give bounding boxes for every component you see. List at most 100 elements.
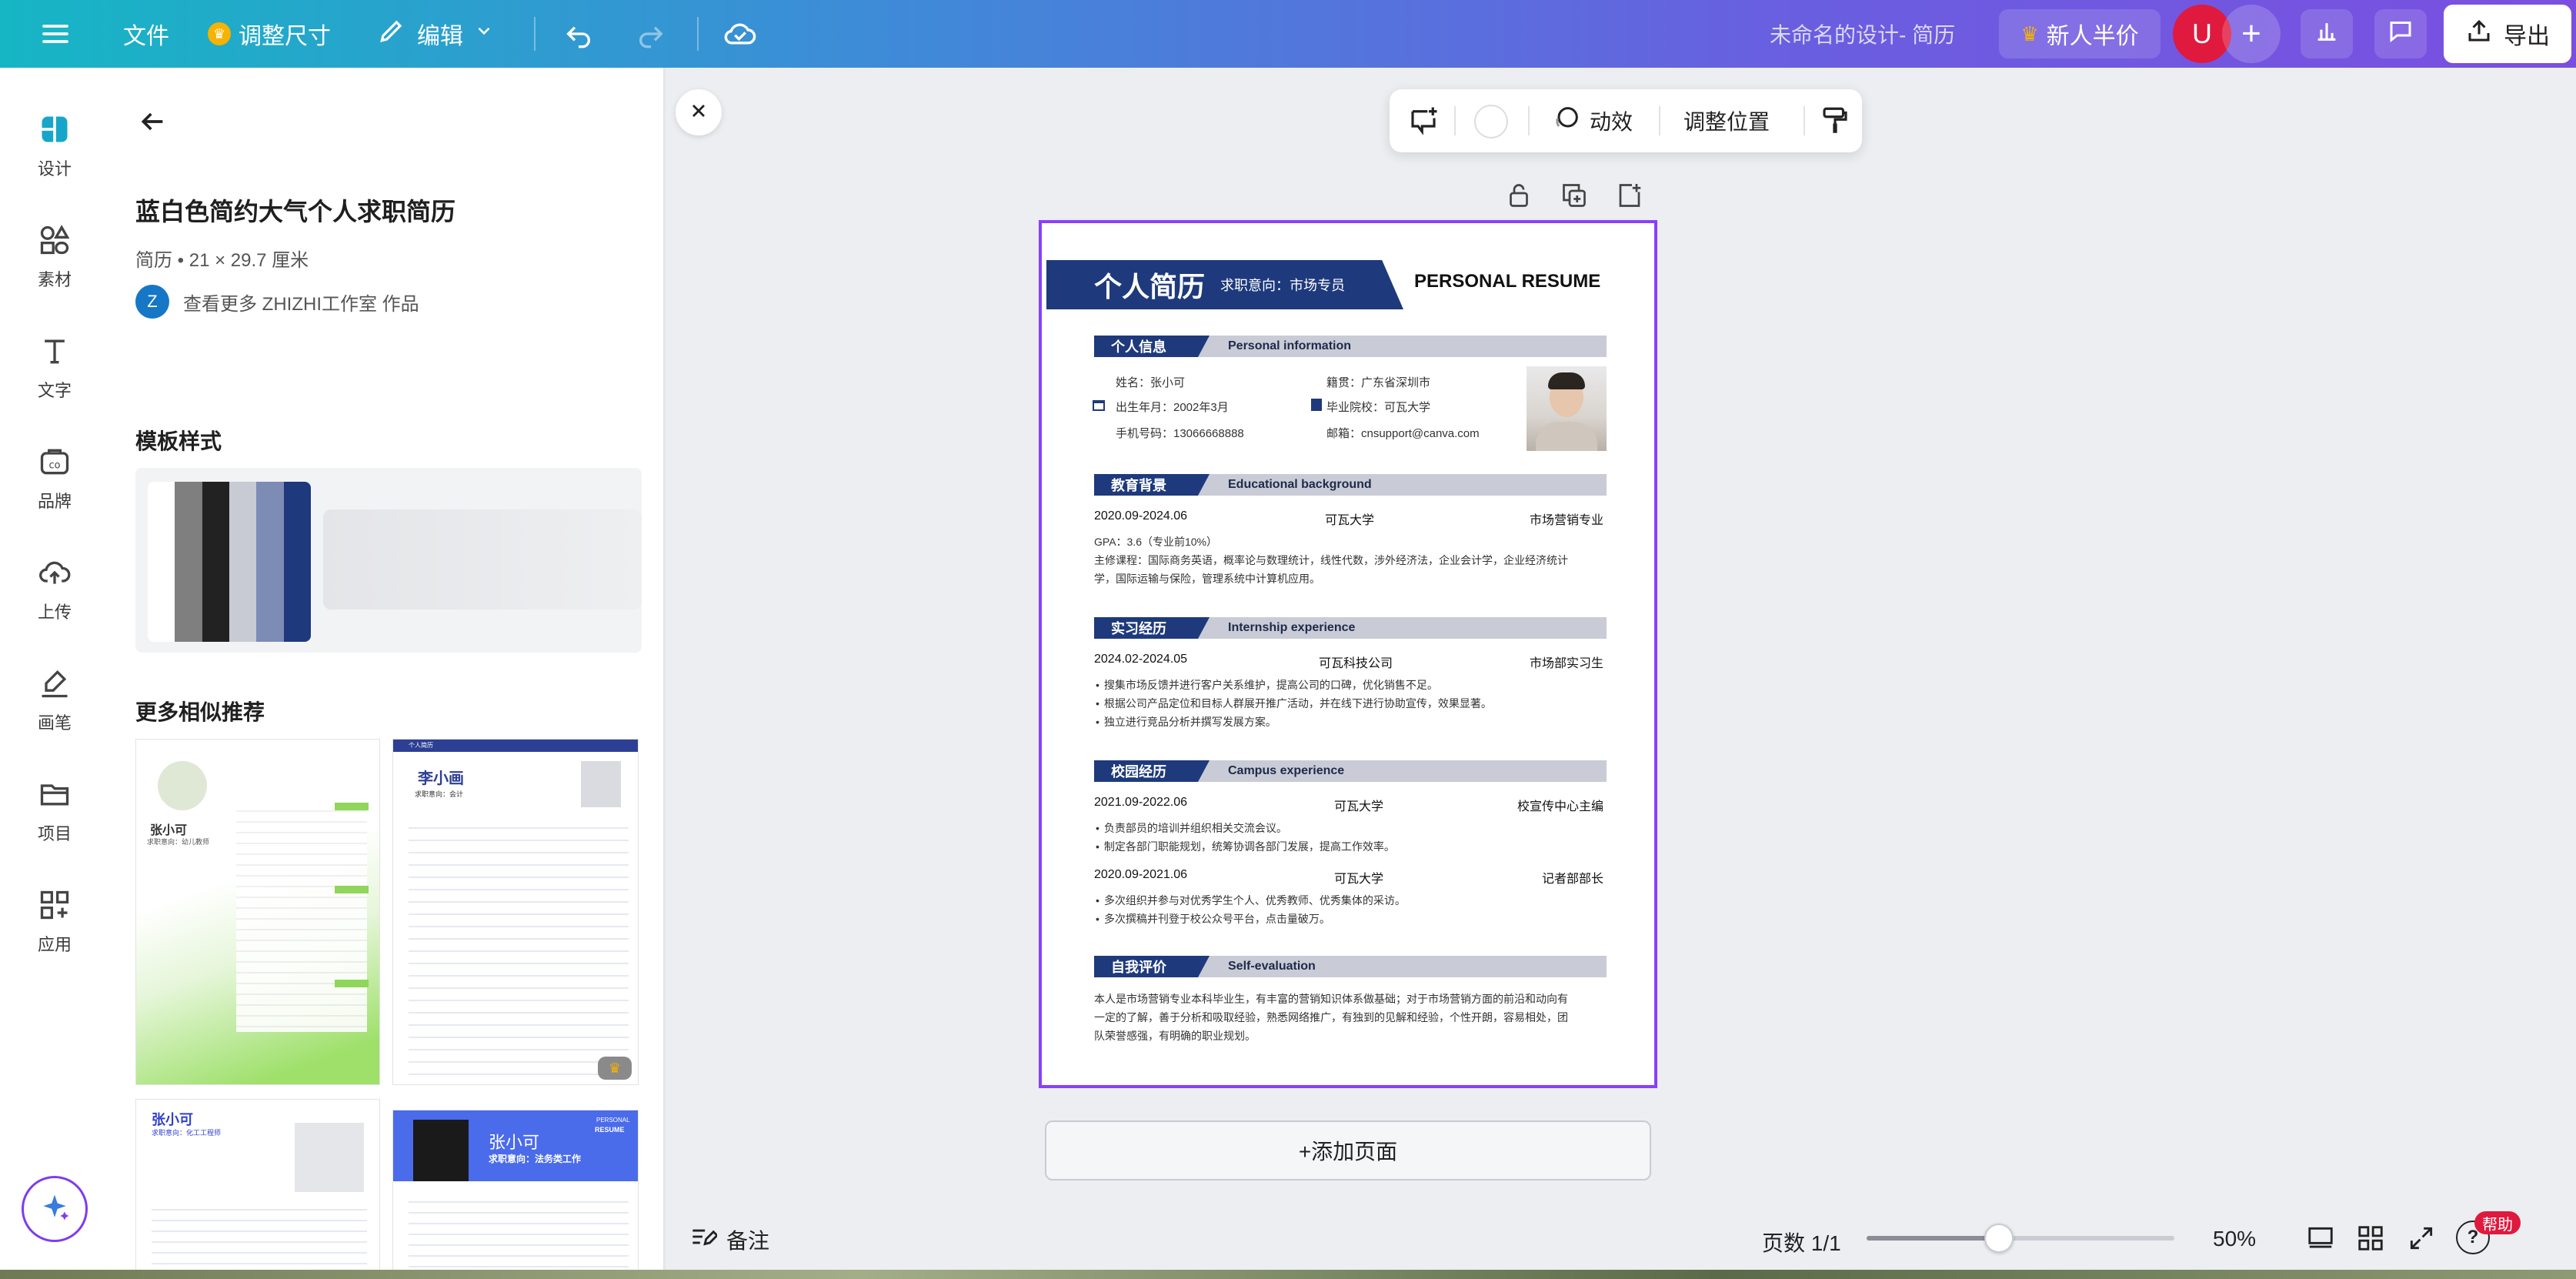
campus-bullet: 制定各部门职能规划，统筹协调各部门发展，提高工作效率。 [1096,839,1395,854]
resize-button[interactable]: ♛ 调整尺寸 [208,0,331,68]
template-thumb[interactable]: 张小可 求职意向：幼儿教师 [135,739,380,1085]
intern-bullet: 独立进行竞品分析并撰写发展方案。 [1096,714,1276,730]
edu-major: 市场营销专业 [1529,514,1603,527]
intern-bullet: 搜集市场反馈并进行客户关系维护，提高公司的口碑，优化销售不足。 [1096,677,1438,693]
comment-add-icon[interactable] [1406,105,1440,142]
info-school: 毕业院校：可瓦大学 [1326,401,1431,414]
magic-assistant-button[interactable] [22,1176,88,1242]
template-thumb[interactable]: 张小可 求职意向：化工工程师 [135,1099,380,1279]
swatch-color [283,482,311,642]
rail-item-design[interactable]: 设计 [0,108,109,180]
notes-button[interactable]: 备注 [688,1222,769,1257]
upload-icon [2465,17,2493,51]
more-recommend-heading: 更多相似推荐 [135,700,265,724]
section-personal-info: 个人信息 Personal information [1094,336,1607,357]
redo-icon[interactable] [636,0,666,68]
apps-icon [33,883,76,927]
intern-date: 2024.02-2024.05 [1094,653,1187,666]
author-avatar: Z [135,285,169,319]
desktop-strip [0,1270,2576,1279]
page-count[interactable]: 页数 1/1 [1762,1227,1841,1257]
add-page-icon[interactable] [1616,182,1643,213]
swatch-color [229,482,257,642]
export-button[interactable]: 导出 [2444,5,2571,63]
comments-button[interactable] [2374,9,2427,58]
edu-gpa: GPA：3.6（专业前10%） [1094,536,1218,548]
section-education: 教育背景 Educational background [1094,474,1607,496]
campus-role-1: 校宣传中心主编 [1517,800,1603,813]
edu-date: 2020.09-2024.06 [1094,509,1187,523]
back-arrow-icon[interactable] [137,106,168,141]
template-meta: 简历 • 21 × 29.7 厘米 [135,250,309,271]
design-icon [33,108,76,151]
document-title[interactable]: 未命名的设计- 简历 [1770,0,1955,68]
rail-item-elements[interactable]: 素材 [0,219,109,291]
calendar-icon [1093,400,1105,411]
paint-roller-icon[interactable] [1819,105,1851,142]
intern-bullet: 根据公司产品定位和目标人群展开推广活动，并在线下进行协助宣传，效果显著。 [1096,696,1492,711]
campus-school-1: 可瓦大学 [1334,800,1384,813]
profile-photo[interactable] [1527,366,1607,451]
fullscreen-icon[interactable] [2407,1224,2436,1258]
top-bar: 文件 ♛ 调整尺寸 编辑 未命名的设计- 简历 ♛ 新人半价 U + 导出 [0,0,2576,68]
info-origin: 籍贯：广东省深圳市 [1326,376,1431,389]
edit-menu-button[interactable]: 编辑 [377,0,494,68]
rail-item-draw[interactable]: 画笔 [0,662,109,734]
lock-icon[interactable] [1505,182,1533,213]
zoom-slider[interactable] [1867,1224,2174,1253]
bottom-bar: 备注 页数 1/1 50% ? 帮助 [666,1208,2576,1270]
template-thumb[interactable]: 张小可 求职意向：法务类工作 PERSONAL RESUME [392,1110,639,1279]
thumb-en: PERSONAL [596,1117,630,1124]
thumb-header: 个人简历 [393,740,638,752]
resume-title-cn: 个人简历 [1094,271,1206,302]
undo-icon[interactable] [563,0,594,68]
thumb-name: 张小可 [150,824,188,837]
rail-item-projects[interactable]: 项目 [0,773,109,845]
author-link[interactable]: Z 查看更多 ZHIZHI工作室 作品 [135,285,419,319]
hamburger-icon[interactable] [40,0,71,68]
add-page-button[interactable]: +添加页面 [1045,1120,1651,1180]
animate-icon [1551,103,1582,139]
design-panel: 蓝白色简约大气个人求职简历 简历 • 21 × 29.7 厘米 Z 查看更多 Z… [109,68,665,1279]
color-picker-button[interactable] [1474,105,1508,139]
close-panel-button[interactable] [676,89,722,135]
brand-icon: co [33,440,76,483]
info-birth: 出生年月：2002年3月 [1116,401,1229,414]
elements-icon [33,219,76,262]
rail-item-upload[interactable]: 上传 [0,551,109,623]
campus-role-2: 记者部部长 [1541,873,1603,886]
cloud-saved-icon[interactable] [723,0,757,68]
edu-school: 可瓦大学 [1325,514,1375,527]
template-thumb[interactable]: 个人简历 李小画 求职意向：会计 ♛ [392,739,639,1085]
crown-icon: ♛ [598,1057,632,1080]
duplicate-icon[interactable] [1560,182,1588,213]
upload-icon [33,551,76,594]
grid-view-icon[interactable] [2356,1224,2385,1258]
crown-icon: ♛ [2020,22,2039,45]
animate-button[interactable]: 动效 [1551,89,1633,152]
swatch-color [256,482,284,642]
swatch-color [175,482,202,642]
add-collaborator-button[interactable]: + [2222,5,2281,63]
page-view-icon[interactable] [2305,1224,2336,1258]
insights-button[interactable] [2301,9,2353,58]
rail-item-apps[interactable]: 应用 [0,883,109,956]
zoom-slider-handle[interactable] [1984,1224,2014,1253]
zoom-level[interactable]: 50% [2213,1227,2256,1251]
thumb-role: 求职意向：法务类工作 [489,1154,582,1164]
position-button[interactable]: 调整位置 [1683,89,1770,152]
thumb-name: 张小可 [152,1112,193,1127]
promo-button[interactable]: ♛ 新人半价 [1999,9,2161,58]
rail-item-brand[interactable]: co 品牌 [0,440,109,513]
color-palette-swatch[interactable] [148,482,311,642]
file-menu-button[interactable]: 文件 [123,0,169,68]
notes-icon [688,1222,719,1257]
resume-page[interactable]: 个人简历 求职意向：市场专员 PERSONAL RESUME 个人信息 Pers… [1039,220,1657,1088]
help-badge[interactable]: 帮助 [2474,1211,2521,1234]
rail-item-text[interactable]: 文字 [0,329,109,402]
info-phone: 手机号码：13066668888 [1116,427,1244,440]
thumb-photo [295,1123,364,1192]
section-internship: 实习经历 Internship experience [1094,617,1607,639]
campus-bullet: 负责部员的培训并组织相关交流会议。 [1096,820,1287,836]
style-placeholder [323,509,642,609]
